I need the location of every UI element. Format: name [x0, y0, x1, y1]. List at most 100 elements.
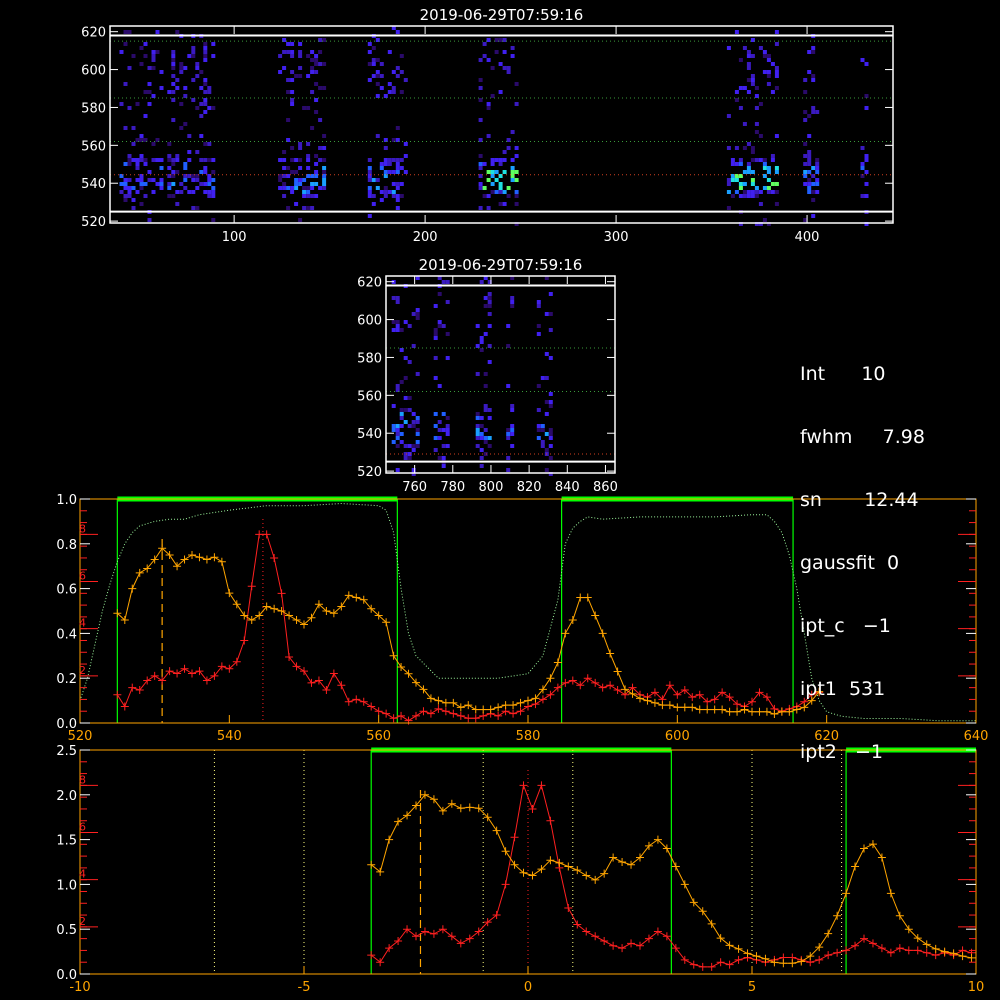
heat-cell [159, 166, 164, 170]
heat-cell [403, 78, 408, 82]
red-series-point [180, 664, 189, 673]
heat-cell [286, 50, 291, 54]
orange-series-point [895, 911, 904, 920]
heat-cell [375, 186, 380, 190]
red-series-point [420, 927, 429, 936]
heat-cell [437, 456, 442, 460]
heat-cell [540, 376, 545, 380]
orange-series-point [561, 629, 570, 638]
heat-cell [367, 170, 372, 174]
heat-cell [762, 70, 767, 74]
heat-cell [510, 130, 515, 134]
heat-cell [310, 182, 315, 186]
y-tick-label: 620 [357, 276, 382, 291]
heat-cell [754, 190, 759, 194]
red-series-point [389, 714, 398, 723]
heat-cell [375, 58, 380, 62]
heat-cell [548, 312, 553, 316]
heat-cell [183, 186, 188, 190]
heat-cell [487, 444, 492, 448]
red-series-point [716, 958, 725, 967]
heat-cell [738, 186, 743, 190]
red-series-point [842, 946, 851, 955]
heat-cell [758, 46, 763, 50]
heat-cell [135, 102, 140, 106]
heat-cell [391, 440, 396, 444]
heat-cell [766, 82, 771, 86]
heat-cell [754, 122, 759, 126]
orange-series-point [931, 944, 940, 953]
red-series-point [734, 955, 743, 964]
orange-series-point [770, 710, 779, 719]
orange-series-point [524, 696, 532, 705]
heat-cell [766, 170, 771, 174]
y-tick-label: 520 [81, 215, 106, 230]
heat-cell [391, 138, 396, 142]
heat-cell [294, 186, 299, 190]
heat-cell [286, 118, 291, 122]
heat-cell [510, 408, 515, 412]
heat-cell [490, 182, 495, 186]
info-sn: sn 12.44 [800, 489, 919, 511]
heat-cell [322, 158, 327, 162]
heat-cell [403, 170, 408, 174]
heat-cell [746, 78, 751, 82]
heat-cell [318, 50, 323, 54]
orange-series-point [860, 844, 868, 853]
heat-cell [306, 158, 311, 162]
heat-cell [294, 74, 299, 78]
heat-cell [445, 428, 450, 432]
heat-cell [502, 66, 507, 70]
orange-series-point [568, 615, 577, 624]
heat-cell [135, 178, 140, 182]
y-tick-label: 560 [81, 139, 106, 154]
heat-cell [478, 162, 483, 166]
orange-series-point [479, 705, 488, 714]
heat-cell [486, 206, 491, 210]
x-tick-label: 560 [366, 729, 391, 744]
heat-cell [487, 436, 492, 440]
heat-cell [183, 66, 188, 70]
heat-cell [506, 468, 511, 472]
orange-series-point [710, 705, 719, 714]
heat-cell [290, 90, 295, 94]
heat-cell [498, 202, 503, 206]
heat-cell [399, 54, 404, 58]
heat-cell [127, 106, 132, 110]
red-series-point [429, 929, 438, 938]
heat-cell [483, 304, 488, 308]
heat-cell [379, 62, 384, 66]
heat-cell [127, 30, 132, 34]
heat-cell [127, 186, 132, 190]
heat-cell [475, 372, 480, 376]
heat-cell [811, 182, 816, 186]
heat-cell [734, 178, 739, 182]
heat-cell [302, 178, 307, 182]
heat-cell [483, 408, 488, 412]
orange-series-point [755, 707, 764, 716]
heat-cell [544, 468, 549, 472]
heat-cell [750, 178, 755, 182]
heat-cell [171, 62, 176, 66]
heat-cell [322, 178, 327, 182]
heat-cell [383, 194, 388, 198]
heat-cell [383, 94, 388, 98]
heat-cell [807, 190, 812, 194]
heat-cell [770, 158, 775, 162]
heat-cell [506, 186, 511, 190]
heat-cell [762, 162, 767, 166]
red-series-point [627, 939, 636, 948]
heat-cell [387, 190, 392, 194]
heat-cell [211, 194, 216, 198]
red-series-point [434, 704, 443, 713]
red-series-point [128, 683, 137, 692]
heat-cell [207, 142, 212, 146]
heat-cell [395, 324, 400, 328]
heat-cell [139, 202, 144, 206]
orange-series-point [600, 869, 609, 878]
heat-cell [310, 90, 315, 94]
heat-cell [415, 312, 420, 316]
heat-cell [411, 312, 416, 316]
orange-series-point [718, 705, 727, 714]
orange-series-point [471, 705, 480, 714]
